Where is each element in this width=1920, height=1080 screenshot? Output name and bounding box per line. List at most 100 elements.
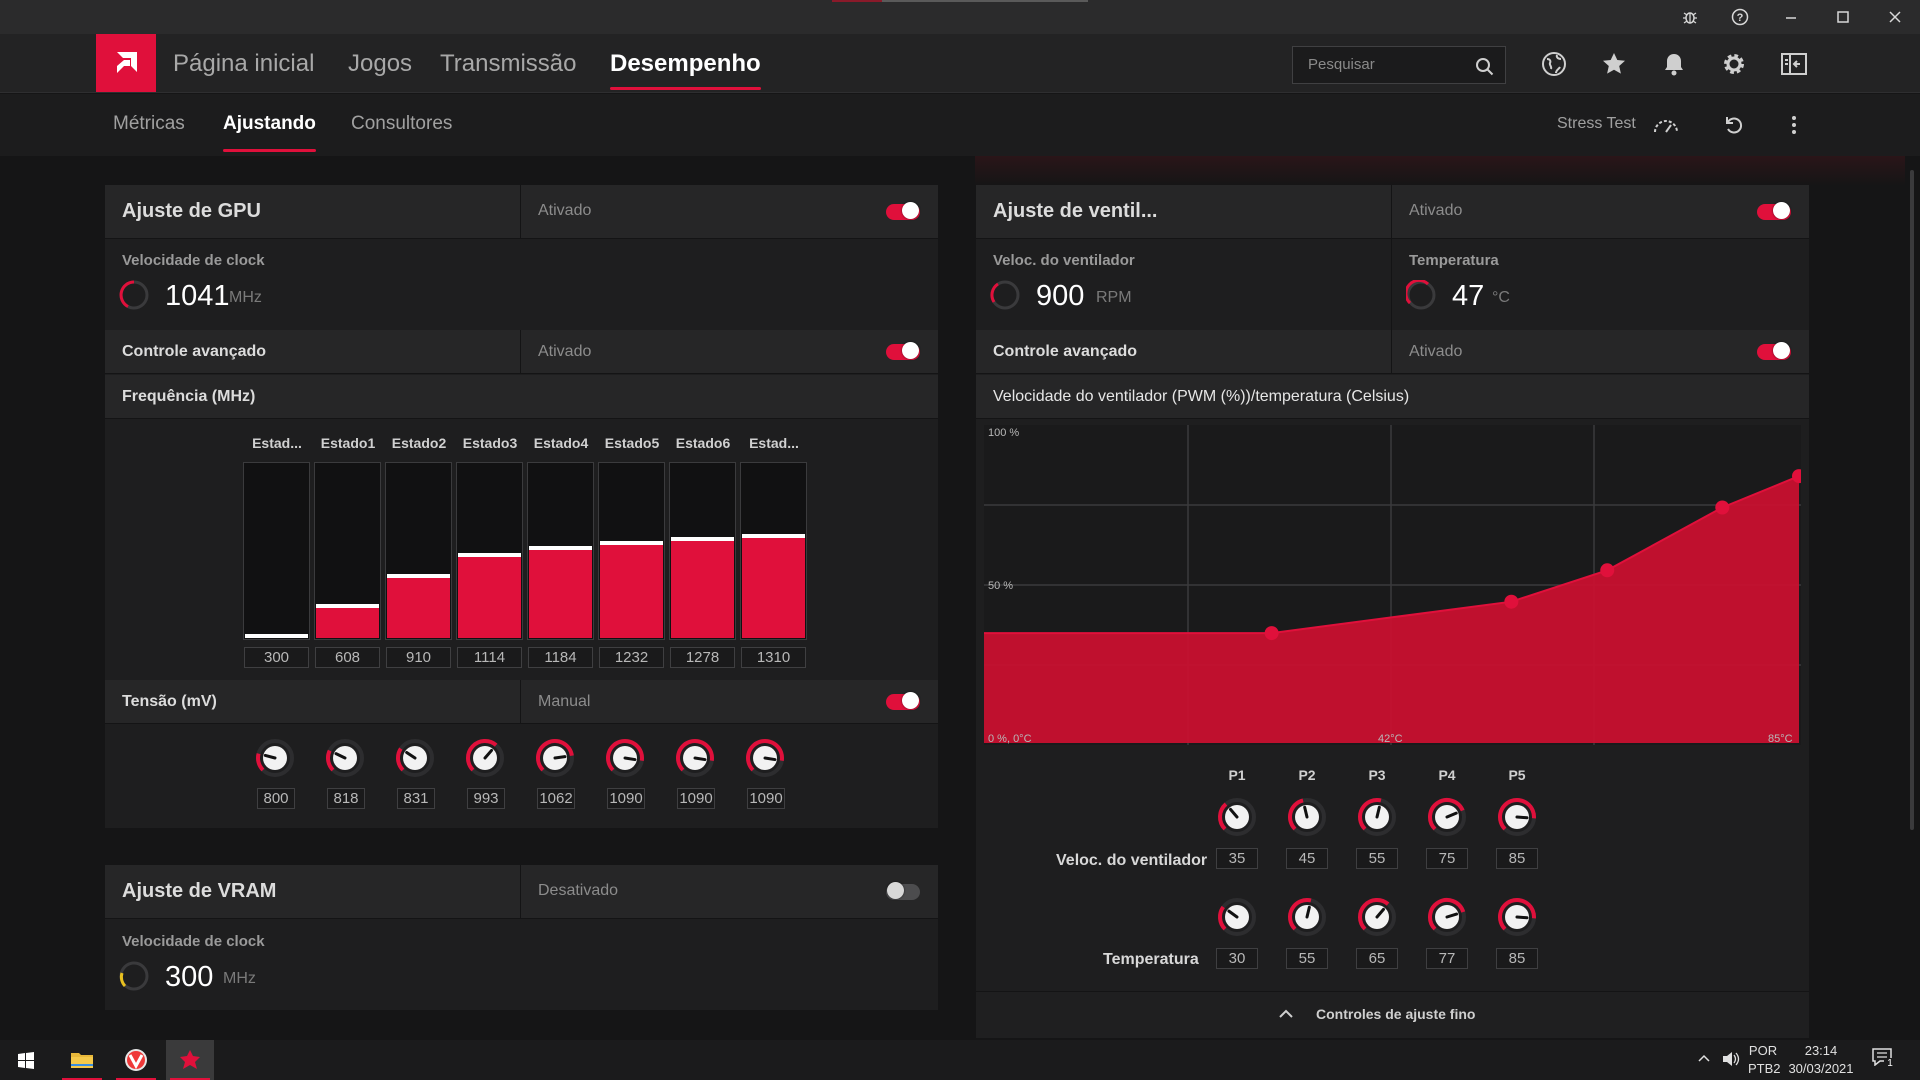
fan-speed-value[interactable]: 85 bbox=[1496, 848, 1538, 869]
gpu-tuning-toggle[interactable] bbox=[886, 202, 920, 220]
temperature-value[interactable]: 30 bbox=[1216, 948, 1258, 969]
voltage-value[interactable]: 1090 bbox=[677, 788, 715, 809]
voltage-value[interactable]: 1062 bbox=[537, 788, 575, 809]
frequency-bar[interactable] bbox=[527, 462, 594, 640]
voltage-knob[interactable] bbox=[605, 738, 645, 778]
voltage-value[interactable]: 1090 bbox=[747, 788, 785, 809]
amd-radeon-taskbar-icon[interactable] bbox=[166, 1040, 214, 1080]
vivaldi-browser-icon[interactable] bbox=[112, 1040, 160, 1080]
frequency-value[interactable]: 910 bbox=[386, 647, 451, 668]
frequency-bar[interactable] bbox=[740, 462, 807, 640]
temperature-knob[interactable] bbox=[1497, 897, 1537, 937]
frequency-value[interactable]: 1232 bbox=[599, 647, 664, 668]
voltage-value[interactable]: 993 bbox=[467, 788, 505, 809]
fan-curve-point[interactable] bbox=[1600, 563, 1615, 578]
fan-speed-knob[interactable] bbox=[1287, 797, 1327, 837]
fan-speed-value[interactable]: 75 bbox=[1426, 848, 1468, 869]
frequency-value[interactable]: 1114 bbox=[457, 647, 522, 668]
frequency-bar[interactable] bbox=[669, 462, 736, 640]
globe-icon[interactable] bbox=[1536, 46, 1572, 82]
clock[interactable]: 23:14 30/03/2021 bbox=[1782, 1043, 1860, 1076]
file-explorer-icon[interactable] bbox=[58, 1040, 106, 1080]
tab-metrics[interactable]: Métricas bbox=[113, 94, 185, 156]
voltage-knob[interactable] bbox=[255, 738, 295, 778]
temperature-knob[interactable] bbox=[1217, 897, 1257, 937]
fan-speed-knob[interactable] bbox=[1357, 797, 1397, 837]
tab-advisors[interactable]: Consultores bbox=[351, 94, 452, 156]
nav-home[interactable]: Página inicial bbox=[173, 34, 314, 93]
voltage-knob[interactable] bbox=[465, 738, 505, 778]
fan-speed-knob[interactable] bbox=[1497, 797, 1537, 837]
language-indicator[interactable]: POR PTB2 bbox=[1748, 1043, 1781, 1076]
amd-logo[interactable] bbox=[96, 34, 156, 92]
point-label: P3 bbox=[1368, 767, 1386, 783]
voltage-knob[interactable] bbox=[325, 738, 365, 778]
nav-streaming[interactable]: Transmissão bbox=[440, 34, 576, 93]
frequency-value[interactable]: 608 bbox=[315, 647, 380, 668]
fan-speed-value[interactable]: 35 bbox=[1216, 848, 1258, 869]
voltage-knob[interactable] bbox=[535, 738, 575, 778]
bug-report-icon[interactable] bbox=[1667, 0, 1713, 34]
volume-icon[interactable] bbox=[1722, 1051, 1740, 1067]
fan-speed-knob[interactable] bbox=[1427, 797, 1467, 837]
gauge-icon[interactable] bbox=[1648, 107, 1684, 143]
voltage-value[interactable]: 1090 bbox=[607, 788, 645, 809]
frequency-value[interactable]: 1310 bbox=[741, 647, 806, 668]
frequency-value[interactable]: 300 bbox=[244, 647, 309, 668]
temperature-knob[interactable] bbox=[1357, 897, 1397, 937]
frequency-bar[interactable] bbox=[385, 462, 452, 640]
scrollbar[interactable] bbox=[1910, 170, 1914, 830]
temperature-value[interactable]: 77 bbox=[1426, 948, 1468, 969]
close-icon[interactable] bbox=[1872, 0, 1918, 34]
fan-speed-value[interactable]: 55 bbox=[1356, 848, 1398, 869]
fan-speed-knob[interactable] bbox=[1217, 797, 1257, 837]
fan-curve-point[interactable] bbox=[1715, 500, 1730, 515]
frequency-bar[interactable] bbox=[598, 462, 665, 640]
bell-icon[interactable] bbox=[1656, 46, 1692, 82]
temperature-knob[interactable] bbox=[1427, 897, 1467, 937]
voltage-value[interactable]: 818 bbox=[327, 788, 365, 809]
reset-icon[interactable] bbox=[1716, 107, 1752, 143]
voltage-knob[interactable] bbox=[675, 738, 715, 778]
frequency-bar[interactable] bbox=[314, 462, 381, 640]
voltage-knob[interactable] bbox=[395, 738, 435, 778]
frequency-bar[interactable] bbox=[243, 462, 310, 640]
frequency-value[interactable]: 1184 bbox=[528, 647, 593, 668]
voltage-knob[interactable] bbox=[745, 738, 785, 778]
star-icon[interactable] bbox=[1596, 46, 1632, 82]
gpu-advanced-toggle[interactable] bbox=[886, 342, 920, 360]
fan-advanced-toggle[interactable] bbox=[1757, 342, 1791, 360]
temperature-knob[interactable] bbox=[1287, 897, 1327, 937]
fan-tuning-toggle[interactable] bbox=[1757, 202, 1791, 220]
tray-chevron-icon[interactable] bbox=[1698, 1054, 1710, 1062]
notification-center-icon[interactable]: 1 bbox=[1872, 1048, 1896, 1072]
frequency-bar[interactable] bbox=[456, 462, 523, 640]
fan-curve-point[interactable] bbox=[1504, 594, 1519, 609]
fine-tune-row[interactable]: Controles de ajuste fino bbox=[976, 991, 1809, 1038]
gear-icon[interactable] bbox=[1716, 46, 1752, 82]
fan-curve-chart[interactable] bbox=[984, 425, 1801, 745]
search-input[interactable]: Pesquisar bbox=[1292, 46, 1506, 84]
voltage-value[interactable]: 831 bbox=[397, 788, 435, 809]
help-icon[interactable]: ? bbox=[1717, 0, 1763, 34]
temperature-value[interactable]: 55 bbox=[1286, 948, 1328, 969]
sidebar-toggle-icon[interactable] bbox=[1776, 46, 1812, 82]
nav-performance[interactable]: Desempenho bbox=[610, 34, 761, 93]
voltage-value[interactable]: 800 bbox=[257, 788, 295, 809]
vram-tuning-toggle[interactable] bbox=[886, 882, 920, 900]
more-options-icon[interactable] bbox=[1776, 107, 1812, 143]
temperature-value[interactable]: 65 bbox=[1356, 948, 1398, 969]
minimize-icon[interactable] bbox=[1768, 0, 1814, 34]
tab-tuning[interactable]: Ajustando bbox=[223, 94, 316, 156]
maximize-icon[interactable] bbox=[1820, 0, 1866, 34]
stress-test-label[interactable]: Stress Test bbox=[1557, 94, 1636, 156]
frequency-value[interactable]: 1278 bbox=[670, 647, 735, 668]
windows-start-icon[interactable] bbox=[2, 1040, 50, 1080]
fan-curve-point[interactable] bbox=[1264, 626, 1279, 641]
search-icon[interactable] bbox=[1475, 55, 1495, 91]
drag-handle[interactable] bbox=[832, 0, 1088, 2]
voltage-toggle[interactable] bbox=[886, 692, 920, 710]
fan-speed-value[interactable]: 45 bbox=[1286, 848, 1328, 869]
temperature-value[interactable]: 85 bbox=[1496, 948, 1538, 969]
nav-games[interactable]: Jogos bbox=[348, 34, 412, 93]
